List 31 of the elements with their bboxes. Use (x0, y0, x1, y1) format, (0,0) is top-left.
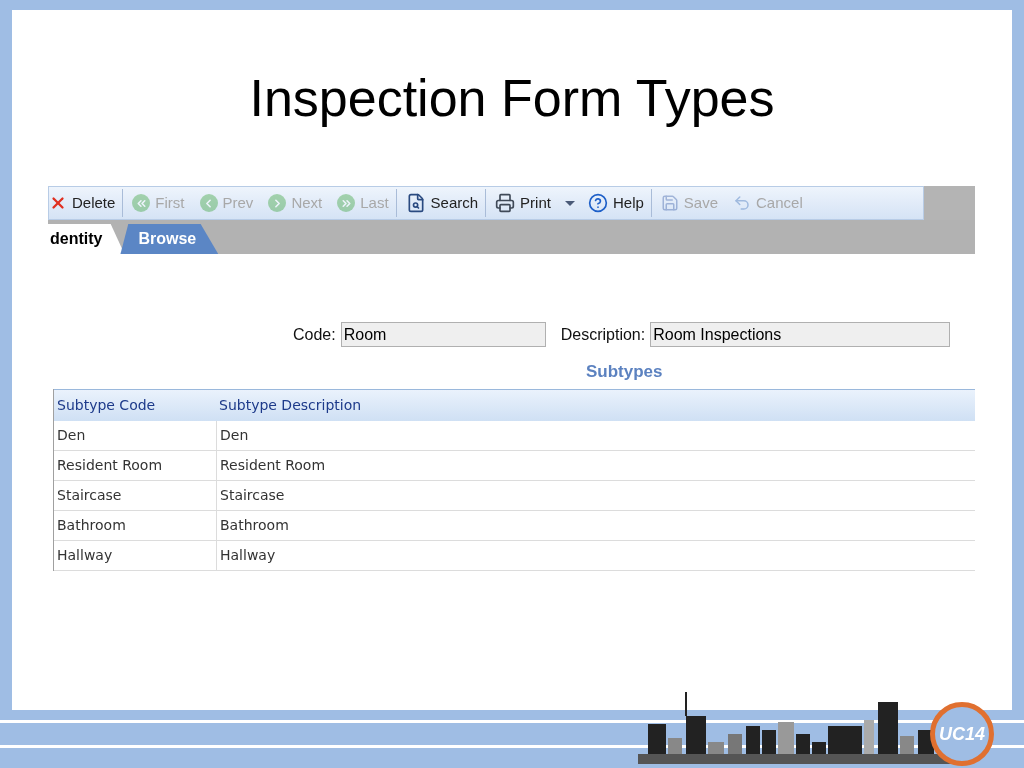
toolbar-button[interactable]: Delete (49, 189, 124, 217)
table-cell-text: Staircase (57, 485, 122, 505)
text-field[interactable]: Room Inspections (650, 322, 951, 347)
help-icon (587, 193, 608, 213)
section-heading: Subtypes (586, 361, 663, 383)
table-cell-text: Bathroom (57, 515, 126, 535)
close-icon (49, 194, 67, 212)
column-header[interactable]: Subtype Code (54, 394, 216, 416)
printer-icon (495, 193, 516, 213)
toolbar-button[interactable]: Search (398, 189, 487, 217)
undo-icon (733, 194, 751, 212)
double-chevron-left-icon (132, 194, 151, 212)
chevron-left-icon (199, 194, 218, 212)
toolbar-button[interactable]: Help (580, 189, 652, 217)
table-cell-text: Hallway (57, 545, 113, 565)
column-header[interactable]: Subtype Description (216, 394, 975, 416)
tab[interactable]: Browse (120, 224, 219, 254)
table-cell-text: Resident Room (220, 455, 326, 475)
field-label: Description: (560, 324, 646, 345)
table-cell-text: Resident Room (57, 455, 163, 475)
table-cell-text: Den (220, 425, 249, 445)
table-cell-text: Staircase (220, 485, 285, 505)
field-label: Code: (293, 324, 336, 345)
dropdown-caret-icon[interactable] (564, 200, 575, 206)
toolbar-button[interactable]: Print (488, 189, 559, 217)
chevron-right-icon (268, 194, 287, 212)
double-chevron-right-icon (337, 194, 356, 212)
table-cell-text: Den (57, 425, 86, 445)
text-field[interactable]: Room (340, 322, 546, 347)
table-cell-text: Hallway (220, 545, 276, 565)
table-cell-text: Bathroom (220, 515, 289, 535)
